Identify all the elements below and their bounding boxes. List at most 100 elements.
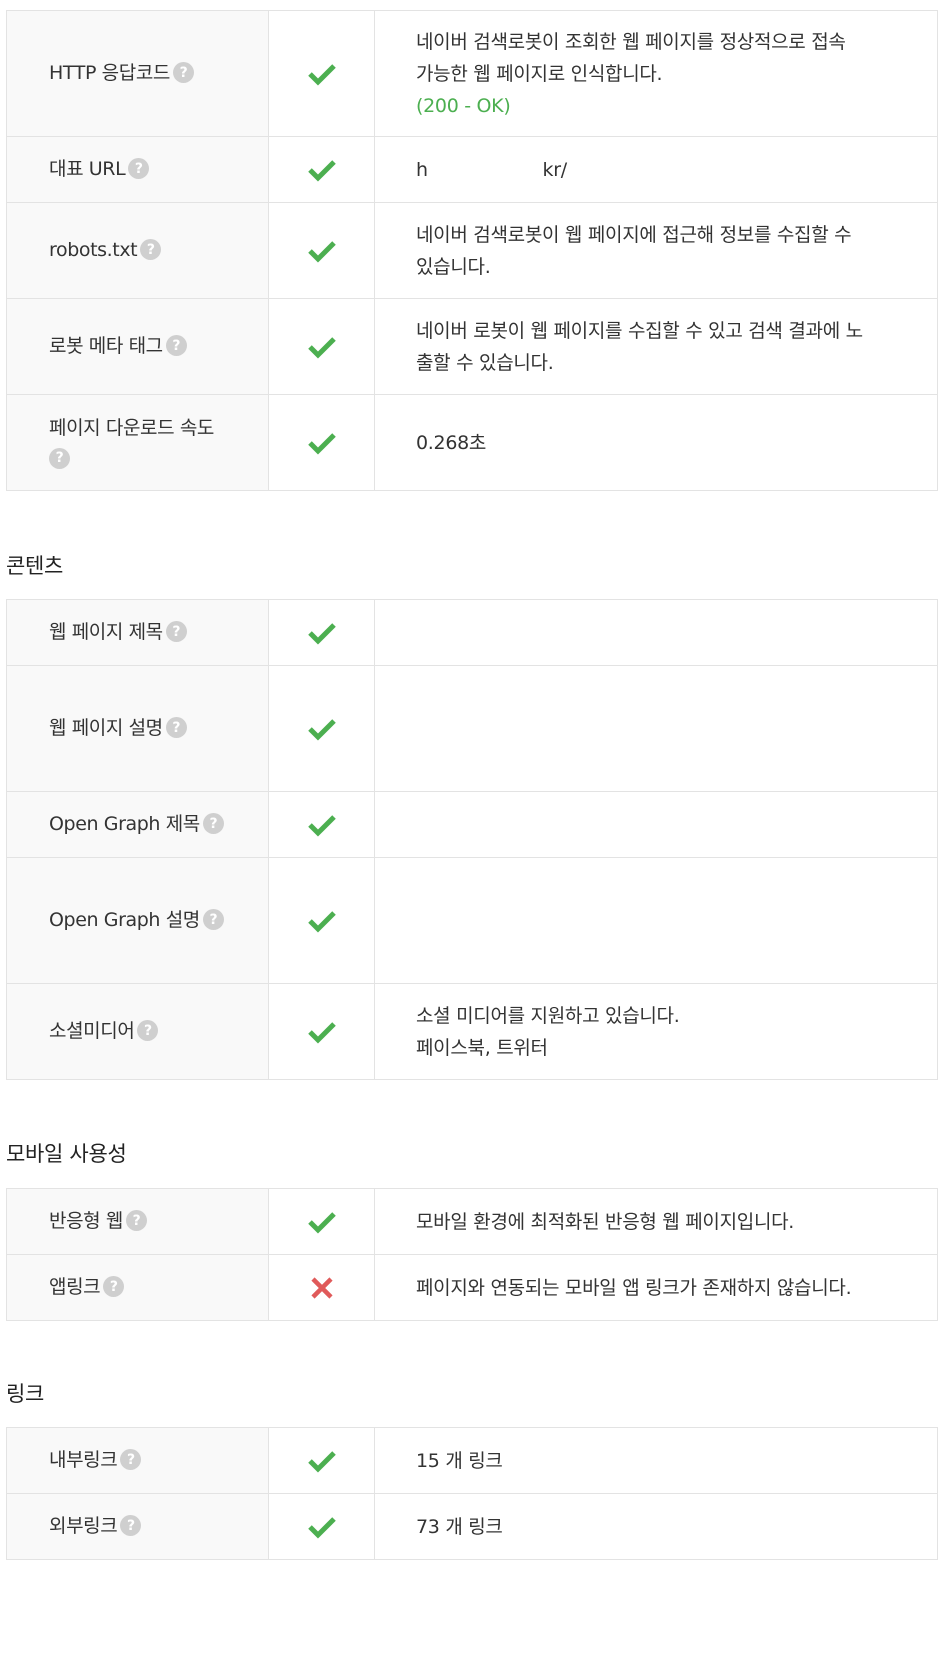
help-icon[interactable]: ? [165,335,187,356]
description-line: 페이스북, 트위터 [416,1036,548,1059]
row-description: 네이버 검색로봇이 웹 페이지에 접근해 정보를 수집할 수 있습니다. [375,203,937,298]
canonical-url-text: h kr/ [416,158,567,181]
description-line: 페이지와 연동되는 모바일 앱 링크가 존재하지 않습니다. [416,1276,852,1299]
table-row: 로봇 메타 태그? 네이버 로봇이 웹 페이지를 수집할 수 있고 검색 결과에… [6,299,938,395]
description-line: 모바일 환경에 최적화된 반응형 웹 페이지입니다. [416,1210,795,1233]
row-description: 73 개 링크 [375,1494,937,1559]
table-row: 내부링크? 15 개 링크 [6,1428,938,1494]
cross-icon [310,1276,333,1299]
check-icon [307,718,336,741]
row-label-text: 웹 페이지 설명 [49,717,163,739]
crawl-table: HTTP 응답코드? 네이버 검색로봇이 조회한 웹 페이지를 정상적으로 접속… [6,10,938,491]
help-icon[interactable]: ? [165,621,187,642]
row-description: 페이지와 연동되는 모바일 앱 링크가 존재하지 않습니다. [375,1255,937,1320]
check-icon [307,622,336,645]
description-line: 네이버 검색로봇이 웹 페이지에 접근해 정보를 수집할 수 [416,223,852,246]
row-description [375,792,937,857]
row-description: 네이버 검색로봇이 조회한 웹 페이지를 정상적으로 접속 가능한 웹 페이지로… [375,11,937,136]
row-label: 내부링크? [7,1428,269,1493]
row-label-text: Open Graph 설명 [49,909,200,931]
table-row: 소셜미디어? 소셜 미디어를 지원하고 있습니다. 페이스북, 트위터 [6,984,938,1080]
status-cell [269,1255,375,1320]
help-icon[interactable]: ? [125,1210,147,1231]
status-cell [269,984,375,1079]
row-label-text: 소셜미디어 [49,1020,135,1042]
check-icon [307,432,336,455]
help-icon[interactable]: ? [140,239,162,260]
check-icon [307,1021,336,1044]
status-cell [269,11,375,136]
status-cell [269,792,375,857]
status-code-text: (200 - OK) [416,94,511,117]
links-table: 내부링크? 15 개 링크 외부링크? 73 개 링크 [6,1427,938,1560]
help-icon[interactable]: ? [137,1020,159,1041]
row-label: robots.txt? [7,203,269,298]
section-title-content: 콘텐츠 [6,554,64,578]
row-label: 페이지 다운로드 속도? [7,395,269,490]
download-speed-text: 0.268초 [416,431,487,454]
row-description: 0.268초 [375,395,937,490]
check-icon [307,159,336,182]
description-line: 있습니다. [416,255,491,278]
row-description [375,600,937,665]
table-row: Open Graph 제목? [6,792,938,858]
status-cell [269,666,375,791]
description-line: 네이버 로봇이 웹 페이지를 수집할 수 있고 검색 결과에 노 [416,319,863,342]
row-label: 소셜미디어? [7,984,269,1079]
status-cell [269,395,375,490]
check-icon [307,814,336,837]
row-label: 웹 페이지 제목? [7,600,269,665]
row-label-text: HTTP 응답코드 [49,62,170,84]
row-description: 소셜 미디어를 지원하고 있습니다. 페이스북, 트위터 [375,984,937,1079]
table-row: 웹 페이지 설명? [6,666,938,792]
status-cell [269,1189,375,1254]
table-row: robots.txt? 네이버 검색로봇이 웹 페이지에 접근해 정보를 수집할… [6,203,938,299]
row-label-text: robots.txt [49,239,138,261]
status-cell [269,1494,375,1559]
table-row: 대표 URL? h kr/ [6,137,938,203]
row-description: 15 개 링크 [375,1428,937,1493]
check-icon [307,336,336,359]
help-icon[interactable]: ? [120,1515,142,1536]
row-label: Open Graph 제목? [7,792,269,857]
description-line: 출할 수 있습니다. [416,351,554,374]
description-line: 가능한 웹 페이지로 인식합니다. [416,62,663,85]
row-label: 반응형 웹? [7,1189,269,1254]
internal-link-count: 15 개 링크 [416,1449,503,1472]
row-label-text: 반응형 웹 [49,1210,123,1232]
row-description [375,666,937,791]
help-icon[interactable]: ? [128,158,150,179]
table-row: 앱링크? 페이지와 연동되는 모바일 앱 링크가 존재하지 않습니다. [6,1255,938,1321]
content-table: 웹 페이지 제목? 웹 페이지 설명? Open Graph 제목? Open … [6,599,938,1080]
help-icon[interactable]: ? [49,447,70,469]
check-icon [307,63,336,86]
row-label-text: 외부링크 [49,1515,118,1537]
check-icon [307,1211,336,1234]
status-cell [269,137,375,202]
help-icon[interactable]: ? [165,717,187,738]
table-row: 웹 페이지 제목? [6,600,938,666]
row-label: 외부링크? [7,1494,269,1559]
help-icon[interactable]: ? [202,813,224,834]
status-cell [269,600,375,665]
section-title-mobile: 모바일 사용성 [6,1142,127,1166]
status-cell [269,1428,375,1493]
row-label: Open Graph 설명? [7,858,269,983]
row-label: 웹 페이지 설명? [7,666,269,791]
row-label-text: 대표 URL [49,158,126,180]
mobile-table: 반응형 웹? 모바일 환경에 최적화된 반응형 웹 페이지입니다. 앱링크? 페… [6,1188,938,1321]
description-line: 네이버 검색로봇이 조회한 웹 페이지를 정상적으로 접속 [416,30,846,53]
table-row: 외부링크? 73 개 링크 [6,1494,938,1560]
check-icon [307,910,336,933]
check-icon [307,1516,336,1539]
help-icon[interactable]: ? [172,62,194,83]
help-icon[interactable]: ? [103,1276,125,1297]
description-line: 소셜 미디어를 지원하고 있습니다. [416,1004,680,1027]
table-row: Open Graph 설명? [6,858,938,984]
row-label-text: 페이지 다운로드 속도 [49,416,214,439]
help-icon[interactable]: ? [202,909,224,930]
row-label-text: 앱링크 [49,1276,101,1298]
status-cell [269,299,375,394]
help-icon[interactable]: ? [120,1449,142,1470]
table-row: 반응형 웹? 모바일 환경에 최적화된 반응형 웹 페이지입니다. [6,1189,938,1255]
